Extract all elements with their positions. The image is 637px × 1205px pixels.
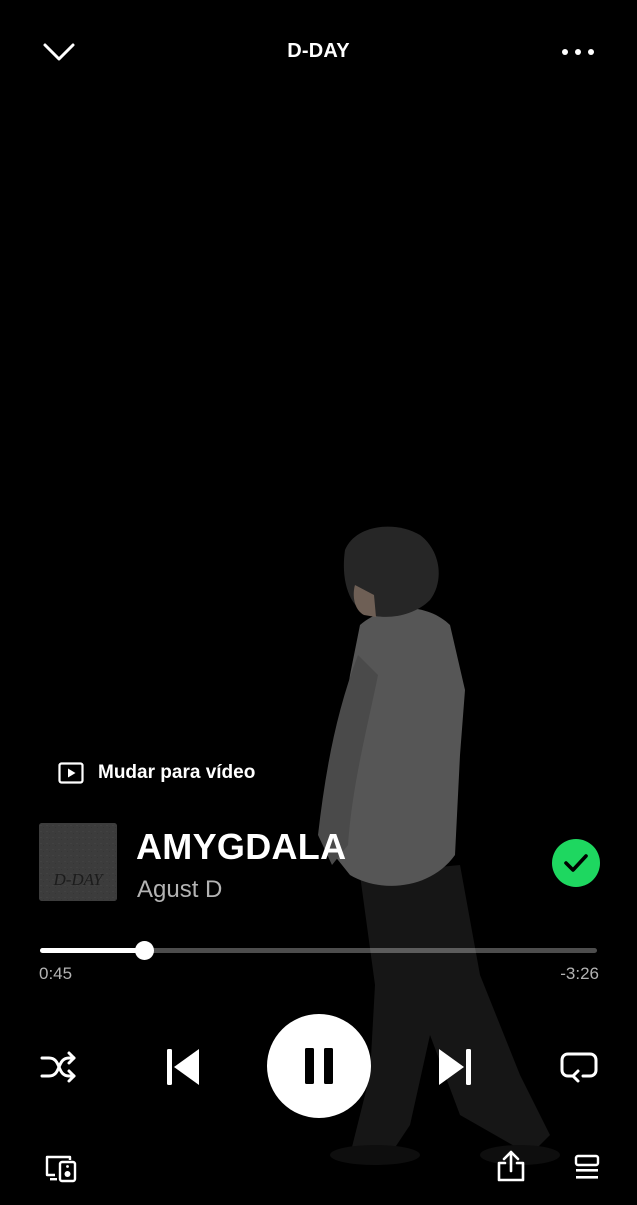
album-cover[interactable]: D-DAY xyxy=(39,823,117,901)
repeat-icon xyxy=(560,1052,598,1083)
checkmark-icon xyxy=(564,854,588,872)
track-artist[interactable]: Agust D xyxy=(137,876,222,904)
skip-next-icon xyxy=(439,1049,471,1085)
previous-button[interactable] xyxy=(158,1042,208,1092)
elapsed-time: 0:45 xyxy=(39,964,73,983)
more-options-button[interactable] xyxy=(556,30,600,74)
queue-icon xyxy=(574,1154,600,1179)
next-button[interactable] xyxy=(430,1042,480,1092)
saved-to-library-button[interactable] xyxy=(552,839,600,887)
switch-to-video-label: Mudar para vídeo xyxy=(98,762,256,783)
shuffle-button[interactable] xyxy=(36,1045,82,1089)
video-play-icon xyxy=(58,762,84,784)
share-icon xyxy=(497,1150,525,1182)
playlist-title: D-DAY xyxy=(287,40,350,62)
album-cover-text: D-DAY xyxy=(52,870,104,889)
more-horizontal-icon xyxy=(562,49,594,55)
pause-button[interactable] xyxy=(267,1014,371,1118)
progress-handle[interactable] xyxy=(135,941,154,960)
remaining-time: -3:26 xyxy=(560,964,599,983)
connect-device-button[interactable] xyxy=(40,1148,82,1188)
pause-icon xyxy=(305,1048,333,1084)
repeat-button[interactable] xyxy=(556,1045,602,1089)
connect-device-icon xyxy=(45,1155,77,1183)
skip-previous-icon xyxy=(167,1049,199,1085)
track-title[interactable]: AMYGDALA xyxy=(136,826,346,868)
progress-fill xyxy=(40,948,144,953)
share-button[interactable] xyxy=(490,1146,532,1186)
switch-to-video-button[interactable]: Mudar para vídeo xyxy=(58,758,255,788)
queue-button[interactable] xyxy=(566,1148,608,1188)
shuffle-icon xyxy=(40,1051,76,1083)
